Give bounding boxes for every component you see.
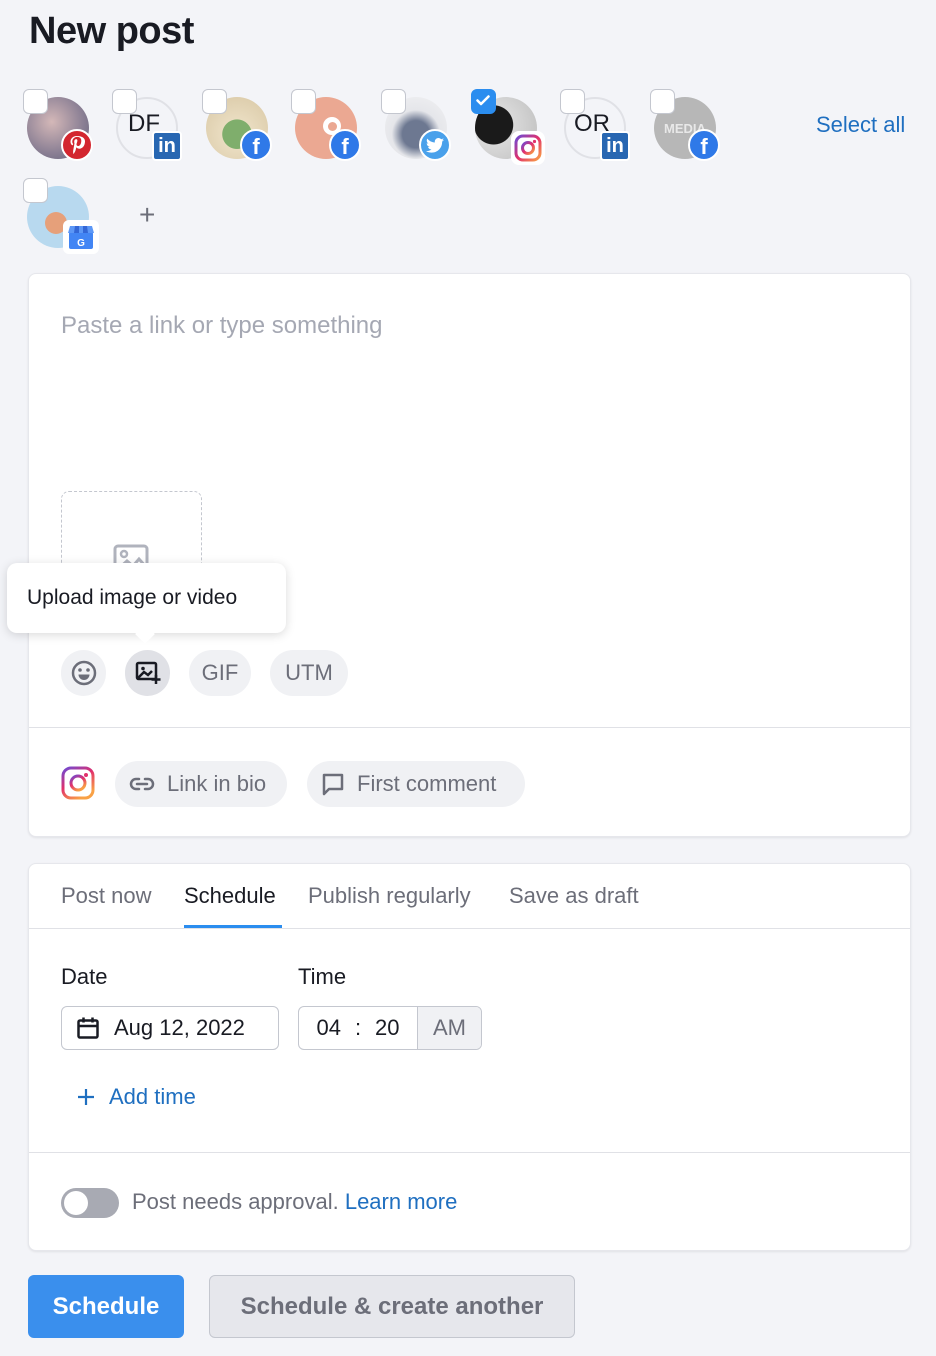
date-label: Date xyxy=(61,964,108,989)
first-comment-button[interactable]: First comment xyxy=(307,761,525,807)
utm-button[interactable]: UTM xyxy=(270,650,348,696)
instagram-icon xyxy=(61,766,95,800)
image-plus-icon xyxy=(135,661,160,684)
new-post-page: New post DF in f f OR in MEDIA f Select … xyxy=(0,0,936,1356)
page-title: New post xyxy=(29,10,194,52)
profile-checkbox[interactable] xyxy=(23,89,48,114)
tab-save-as-draft[interactable]: Save as draft xyxy=(509,883,639,909)
profile-pinterest[interactable] xyxy=(23,89,95,161)
facebook-icon: f xyxy=(329,129,361,161)
schedule-button[interactable]: Schedule xyxy=(28,1275,184,1338)
gif-button[interactable]: GIF xyxy=(189,650,251,696)
divider xyxy=(29,727,910,728)
profile-facebook-3[interactable]: MEDIA f xyxy=(650,89,722,161)
profile-checkbox[interactable] xyxy=(112,89,137,114)
time-minutes-input[interactable]: 20 xyxy=(375,1015,415,1041)
time-hours-input[interactable]: 04 xyxy=(299,1015,341,1041)
profile-checkbox[interactable] xyxy=(381,89,406,114)
plus-icon xyxy=(78,1089,94,1105)
ampm-toggle[interactable]: AM xyxy=(417,1007,481,1049)
facebook-icon: f xyxy=(688,129,720,161)
time-label: Time xyxy=(298,964,347,989)
link-in-bio-label: Link in bio xyxy=(167,771,267,796)
profile-checkbox[interactable] xyxy=(202,89,227,114)
profile-checkbox[interactable] xyxy=(291,89,316,114)
profile-linkedin-or[interactable]: OR in xyxy=(560,89,632,161)
facebook-icon: f xyxy=(240,129,272,161)
profile-checkbox[interactable] xyxy=(471,89,496,114)
pinterest-icon xyxy=(61,129,93,161)
select-all-link[interactable]: Select all xyxy=(816,112,905,138)
date-picker[interactable]: Aug 12, 2022 xyxy=(61,1006,279,1050)
learn-more-link[interactable]: Learn more xyxy=(345,1189,458,1214)
first-comment-label: First comment xyxy=(357,771,497,796)
post-text-input[interactable]: Paste a link or type something xyxy=(61,312,383,340)
link-in-bio-button[interactable]: Link in bio xyxy=(115,761,287,807)
profile-google-business[interactable]: G xyxy=(23,178,99,254)
post-composer: Paste a link or type something GIF UTM L… xyxy=(28,273,911,837)
approval-text: Post needs approval. Learn more xyxy=(132,1189,457,1215)
profile-twitter[interactable] xyxy=(381,89,453,161)
approval-toggle[interactable] xyxy=(61,1188,119,1218)
divider xyxy=(29,1152,910,1153)
svg-text:G: G xyxy=(77,238,85,249)
emoji-button[interactable] xyxy=(61,650,106,696)
time-separator: : xyxy=(354,1015,362,1040)
add-time-button[interactable]: Add time xyxy=(77,1084,196,1110)
profile-checkbox[interactable] xyxy=(560,89,585,114)
tab-schedule[interactable]: Schedule xyxy=(184,883,276,909)
time-picker: 04 : 20 AM xyxy=(298,1006,482,1050)
profile-checkbox[interactable] xyxy=(650,89,675,114)
twitter-icon xyxy=(419,129,451,161)
publishing-options: Post now Schedule Publish regularly Save… xyxy=(28,863,911,1251)
upload-media-button[interactable] xyxy=(125,650,170,696)
approval-label: Post needs approval. xyxy=(132,1189,339,1214)
date-value: Aug 12, 2022 xyxy=(114,1015,245,1040)
link-icon xyxy=(129,777,155,791)
profile-linkedin-df[interactable]: DF in xyxy=(112,89,184,161)
emoji-icon xyxy=(71,660,96,686)
publish-tabs: Post now Schedule Publish regularly Save… xyxy=(29,864,910,929)
profile-checkbox[interactable] xyxy=(23,178,48,203)
linkedin-icon: in xyxy=(600,131,630,161)
instagram-icon xyxy=(511,131,545,165)
google-business-icon: G xyxy=(63,220,99,254)
profile-facebook-1[interactable]: f xyxy=(202,89,274,161)
upload-tooltip: Upload image or video xyxy=(7,563,286,633)
profile-facebook-2[interactable]: f xyxy=(291,89,363,161)
tab-publish-regularly[interactable]: Publish regularly xyxy=(308,883,471,909)
profile-instagram[interactable] xyxy=(471,89,545,165)
add-time-label: Add time xyxy=(109,1084,196,1109)
linkedin-icon: in xyxy=(152,131,182,161)
schedule-and-create-another-button[interactable]: Schedule & create another xyxy=(209,1275,575,1338)
add-profile-button[interactable]: + xyxy=(139,199,155,231)
calendar-icon xyxy=(77,1017,99,1039)
comment-icon xyxy=(322,773,344,796)
active-tab-indicator xyxy=(184,925,282,928)
tab-post-now[interactable]: Post now xyxy=(61,883,152,909)
